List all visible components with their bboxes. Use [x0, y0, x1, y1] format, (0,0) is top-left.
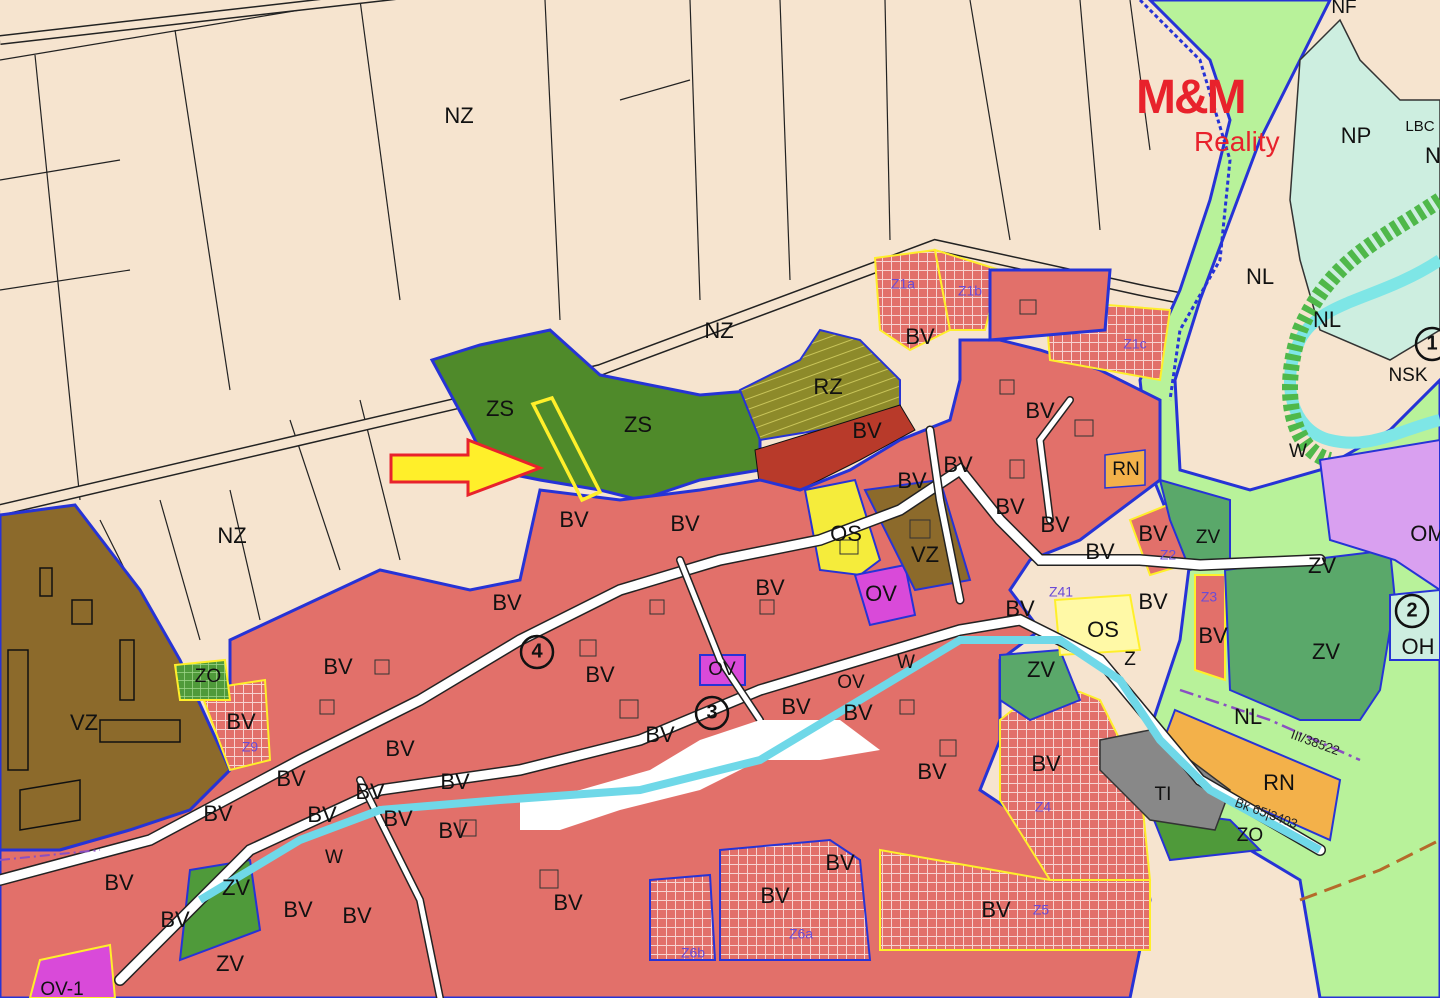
label-bv: BV	[276, 766, 306, 791]
label-bv: BV	[559, 507, 589, 532]
label-zs: ZS	[486, 396, 514, 421]
label-lbc: LBC	[1405, 118, 1434, 135]
zone-z4: Z4	[1035, 799, 1052, 815]
label-bv: BV	[203, 801, 233, 826]
label-os: OS	[1087, 617, 1119, 642]
label-ov: OV	[865, 581, 897, 606]
label-bv: BV	[645, 722, 675, 747]
label-bv: BV	[440, 769, 470, 794]
label-w: W	[325, 847, 343, 868]
label-bv: BV	[553, 890, 583, 915]
label-zs: ZS	[624, 412, 652, 437]
label-bv: BV	[1138, 589, 1168, 614]
label-bv: BV	[342, 903, 372, 928]
label-rz: RZ	[813, 374, 842, 399]
marker-1: 1	[1426, 332, 1437, 354]
label-bv: BV	[897, 468, 927, 493]
label-os: OS	[830, 521, 862, 546]
zone-z1b: Z1b	[958, 283, 982, 299]
label-zv: ZV	[1027, 657, 1055, 682]
marker-4: 4	[531, 640, 543, 662]
label-oh: OH	[1402, 634, 1435, 659]
label-rn: RN	[1112, 459, 1139, 480]
zone-z6a: Z6a	[789, 926, 813, 942]
label-zv: ZV	[216, 951, 244, 976]
label-ov: OV	[837, 672, 865, 693]
label-bv: BV	[825, 850, 855, 875]
label-bv: BV	[1005, 596, 1035, 621]
zone-z9: Z9	[242, 739, 259, 755]
zone-z1c: Z1c	[1123, 336, 1146, 352]
label-rn: RN	[1263, 770, 1295, 795]
zone-z6b: Z6b	[681, 945, 705, 961]
label-zv: ZV	[1196, 527, 1221, 548]
label-bv: BV	[1085, 539, 1115, 564]
label-zv: ZV	[1312, 639, 1340, 664]
label-bv: BV	[385, 736, 415, 761]
label-bv: BV	[1198, 623, 1228, 648]
label-bv: BV	[1138, 521, 1168, 546]
label-bv: BV	[943, 452, 973, 477]
label-bv: BV	[905, 324, 935, 349]
label-bv: BV	[383, 806, 413, 831]
label-zo: ZO	[1237, 825, 1263, 846]
label-bv: BV	[760, 883, 790, 908]
label-bv: BV	[283, 897, 313, 922]
mm-reality-logo: M&M Reality	[1128, 70, 1303, 170]
marker-3: 3	[706, 701, 717, 723]
label-bv: BV	[1040, 512, 1070, 537]
label-bv: BV	[104, 870, 134, 895]
zone-z5: Z5	[1033, 902, 1050, 918]
label-vz: VZ	[911, 542, 939, 567]
label-bv: BV	[307, 802, 337, 827]
label-bv: BV	[852, 418, 882, 443]
label-bv: BV	[995, 494, 1025, 519]
label-bv: BV	[781, 694, 811, 719]
label-bv: BV	[917, 759, 947, 784]
label-zv: ZV	[222, 875, 250, 900]
zone-z3: Z3	[1201, 589, 1218, 605]
zone-z2: Z2	[1160, 547, 1177, 563]
label-bv: BV	[355, 779, 385, 804]
label-bv: BV	[843, 700, 873, 725]
label-vz: VZ	[70, 710, 98, 735]
label-nl: NL	[1313, 307, 1341, 332]
label-bv: BV	[1025, 398, 1055, 423]
label-bv: BV	[226, 709, 256, 734]
label-bv: BV	[323, 654, 353, 679]
label-bv: BV	[492, 590, 522, 615]
label-bv: BV	[1031, 751, 1061, 776]
label-nz: NZ	[704, 318, 733, 343]
label-bv: BV	[981, 897, 1011, 922]
logo-brand: M&M	[1136, 71, 1247, 124]
label-zv: ZV	[1308, 553, 1336, 578]
zone-z1a: Z1a	[891, 276, 915, 292]
label-bv: BV	[670, 511, 700, 536]
label-nz: NZ	[217, 523, 246, 548]
label-n: N	[1425, 143, 1440, 168]
marker-2: 2	[1406, 599, 1417, 621]
label-ov1: OV-1	[40, 979, 83, 998]
label-om: OM	[1410, 521, 1440, 546]
label-bv: BV	[160, 907, 190, 932]
label-w: W	[1289, 441, 1307, 462]
label-ov: OV	[708, 659, 736, 680]
label-nz: NZ	[444, 103, 473, 128]
label-zo: ZO	[195, 666, 221, 687]
label-bv: BV	[755, 575, 785, 600]
label-ti: TI	[1155, 784, 1172, 805]
logo-sub: Reality	[1194, 126, 1280, 157]
label-nl: NL	[1246, 264, 1274, 289]
zone-z41: Z41	[1049, 584, 1073, 600]
label-bv: BV	[585, 662, 615, 687]
label-np: NP	[1341, 123, 1372, 148]
label-nl: NL	[1234, 704, 1262, 729]
label-bv: BV	[438, 818, 468, 843]
residential-block-top	[988, 268, 1112, 342]
label-w: W	[897, 652, 915, 673]
label-nf: NF	[1331, 0, 1356, 18]
label-nsk: NSK	[1388, 365, 1427, 386]
label-z: Z	[1124, 649, 1136, 670]
